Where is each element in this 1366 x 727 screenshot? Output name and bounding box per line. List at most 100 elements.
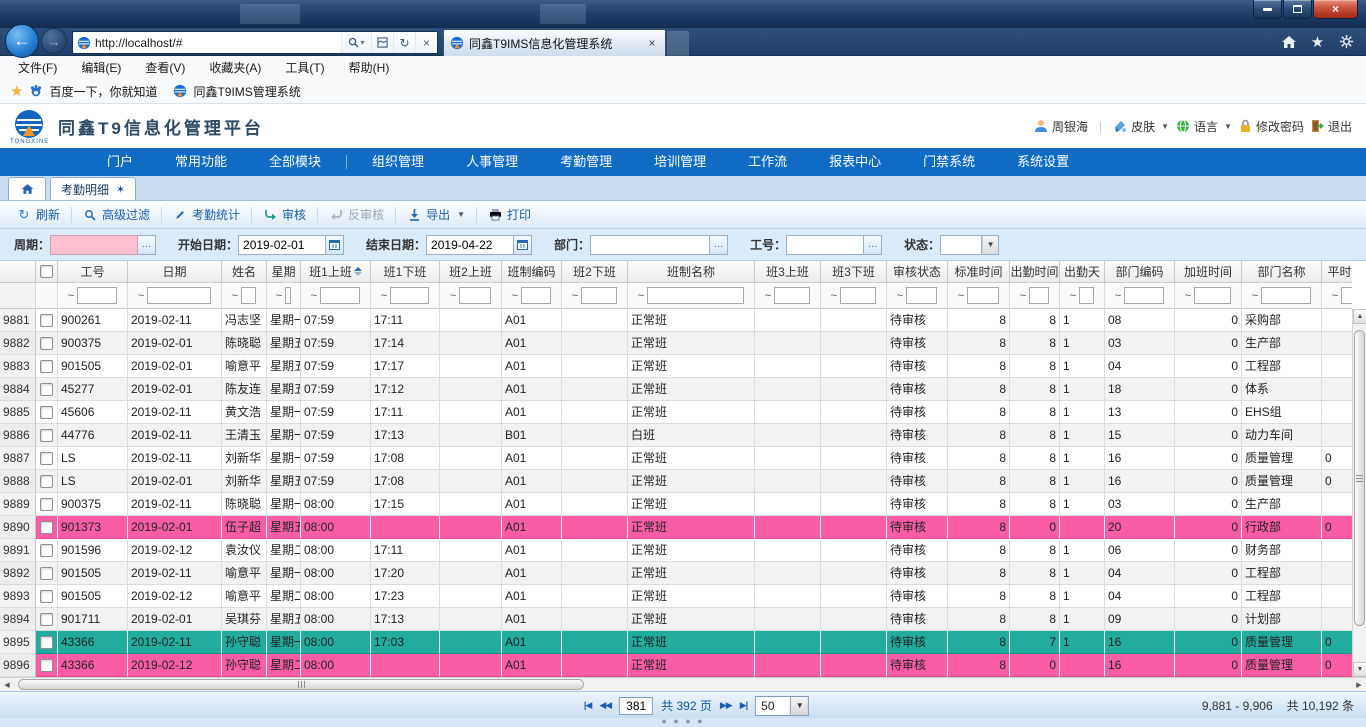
scroll-down-button[interactable]: ▼ xyxy=(1353,662,1366,677)
scroll-right-button[interactable]: ▶ xyxy=(1352,678,1366,691)
column-filter-input[interactable] xyxy=(241,287,256,304)
row-checkbox[interactable] xyxy=(40,406,53,419)
table-row[interactable]: 98949017112019-02-01吴琪芬星期五08:0017:13A01正… xyxy=(0,608,1352,631)
table-row[interactable]: 9885456062019-02-11黄文浩星期一07:5917:11A01正常… xyxy=(0,401,1352,424)
column-filter-input[interactable] xyxy=(1194,287,1231,304)
dept-picker-button[interactable]: … xyxy=(710,235,728,255)
start-date-input[interactable] xyxy=(238,235,326,255)
column-header[interactable]: 部门编码 xyxy=(1105,261,1175,283)
nav-item[interactable]: 常用功能 xyxy=(154,148,248,176)
favorites-button[interactable]: ★ xyxy=(1308,32,1327,51)
tab-attendance-detail[interactable]: 考勤明细 ✶ xyxy=(50,177,136,200)
browser-tab[interactable]: 同鑫T9IMS信息化管理系统 × xyxy=(443,29,666,56)
column-header[interactable]: 姓名 xyxy=(222,261,267,283)
row-checkbox[interactable] xyxy=(40,521,53,534)
back-button[interactable]: ← xyxy=(5,24,39,58)
refresh-page-button[interactable]: ↻ xyxy=(393,32,415,53)
horizontal-scroll-thumb[interactable] xyxy=(18,679,584,690)
column-filter-input[interactable] xyxy=(906,287,937,304)
period-picker-button[interactable]: … xyxy=(138,235,156,255)
nav-item[interactable]: 组织管理 xyxy=(351,148,445,176)
menu-item[interactable]: 编辑(E) xyxy=(69,59,133,76)
row-checkbox[interactable] xyxy=(40,452,53,465)
vertical-scroll-thumb[interactable] xyxy=(1354,330,1365,626)
column-header[interactable]: 出勤天 xyxy=(1060,261,1105,283)
table-row[interactable]: 98909013732019-02-01伍子超星期五08:00A01正常班待审核… xyxy=(0,516,1352,539)
column-filter-input[interactable] xyxy=(285,287,291,304)
empno-picker-button[interactable]: … xyxy=(864,235,882,255)
column-filter-input[interactable] xyxy=(147,287,211,304)
address-bar[interactable]: http://localhost/# ▾ ↻ × xyxy=(72,31,438,54)
row-checkbox[interactable] xyxy=(40,475,53,488)
nav-item[interactable]: 考勤管理 xyxy=(539,148,633,176)
page-number-input[interactable] xyxy=(619,697,653,715)
nav-item[interactable]: 工作流 xyxy=(727,148,808,176)
favorite-item-baidu[interactable]: 百度一下，你就知道 xyxy=(49,83,157,100)
column-header[interactable]: 加班时间 xyxy=(1175,261,1242,283)
page-size-select[interactable]: 50 xyxy=(755,696,791,716)
skin-menu[interactable]: 皮肤▼ xyxy=(1113,118,1169,135)
forward-button[interactable]: → xyxy=(41,28,67,54)
tab-close-icon[interactable]: ✶ xyxy=(116,183,125,196)
page-size-dropdown-button[interactable]: ▼ xyxy=(791,696,809,716)
end-date-calendar-button[interactable] xyxy=(514,235,532,255)
table-row[interactable]: 98919015962019-02-12袁汝仪星期二08:0017:11A01正… xyxy=(0,539,1352,562)
empno-input[interactable] xyxy=(786,235,864,255)
column-header[interactable]: 班1上班 xyxy=(301,261,371,283)
table-row[interactable]: 9895433662019-02-11孙守聪星期一08:0017:03A01正常… xyxy=(0,631,1352,654)
export-button[interactable]: 导出 ▼ xyxy=(398,204,474,226)
period-input[interactable] xyxy=(50,235,138,255)
column-header[interactable]: 班制编码 xyxy=(502,261,562,283)
column-filter-input[interactable] xyxy=(1029,287,1049,304)
nav-item[interactable]: 人事管理 xyxy=(445,148,539,176)
next-page-button[interactable]: ▶▶ xyxy=(720,700,732,711)
column-header[interactable]: 班3上班 xyxy=(755,261,821,283)
scroll-up-button[interactable]: ▲ xyxy=(1353,309,1366,324)
last-page-button[interactable]: ▶| xyxy=(740,700,747,711)
row-checkbox[interactable] xyxy=(40,659,53,672)
table-row[interactable]: 98839015052019-02-01喻意平星期五07:5917:17A01正… xyxy=(0,355,1352,378)
row-checkbox[interactable] xyxy=(40,383,53,396)
add-favorite-icon[interactable]: ★ xyxy=(10,84,23,99)
advanced-filter-button[interactable]: 高级过滤 xyxy=(74,204,159,226)
scroll-left-button[interactable]: ◀ xyxy=(0,678,14,691)
table-row[interactable]: 9886447762019-02-11王清玉星期一07:5917:13B01白班… xyxy=(0,424,1352,447)
status-select-button[interactable]: ▼ xyxy=(982,235,999,255)
resize-handle[interactable]: ● ● ● ● xyxy=(661,718,704,725)
column-filter-input[interactable] xyxy=(77,287,117,304)
language-menu[interactable]: 语言▼ xyxy=(1176,118,1232,135)
end-date-input[interactable] xyxy=(426,235,514,255)
select-all-checkbox[interactable] xyxy=(40,265,53,278)
table-row[interactable]: 98939015052019-02-12喻意平星期二08:0017:23A01正… xyxy=(0,585,1352,608)
nav-item[interactable]: 门禁系统 xyxy=(902,148,996,176)
nav-item[interactable]: 全部模块 xyxy=(248,148,342,176)
table-row[interactable]: 98819002612019-02-11冯志坚星期一07:5917:11A01正… xyxy=(0,309,1352,332)
table-row[interactable]: 9896433662019-02-12孙守聪星期二08:00A01正常班待审核8… xyxy=(0,654,1352,677)
search-button[interactable]: ▾ xyxy=(341,32,371,53)
menu-item[interactable]: 工具(T) xyxy=(273,59,336,76)
close-button[interactable]: × xyxy=(1313,0,1358,19)
nav-item[interactable]: 培训管理 xyxy=(633,148,727,176)
column-filter-input[interactable] xyxy=(390,287,429,304)
tab-home[interactable] xyxy=(8,177,46,200)
row-checkbox[interactable] xyxy=(40,429,53,442)
row-checkbox[interactable] xyxy=(40,337,53,350)
column-header[interactable]: 部门名称 xyxy=(1242,261,1322,283)
column-filter-input[interactable] xyxy=(1341,287,1352,304)
home-button[interactable] xyxy=(1279,32,1298,51)
tools-button[interactable] xyxy=(1337,32,1356,51)
table-row[interactable]: 98899003752019-02-11陈晓聪星期一08:0017:15A01正… xyxy=(0,493,1352,516)
column-filter-input[interactable] xyxy=(581,287,617,304)
row-checkbox[interactable] xyxy=(40,636,53,649)
menu-item[interactable]: 收藏夹(A) xyxy=(197,59,273,76)
table-row[interactable]: 98829003752019-02-01陈晓聪星期五07:5917:14A01正… xyxy=(0,332,1352,355)
menu-item[interactable]: 查看(V) xyxy=(133,59,197,76)
column-header[interactable]: 出勤时间 xyxy=(1010,261,1060,283)
compatibility-view-button[interactable] xyxy=(371,32,393,53)
status-select[interactable] xyxy=(940,235,982,255)
first-page-button[interactable]: |◀ xyxy=(584,700,591,711)
column-filter-input[interactable] xyxy=(967,287,999,304)
logout-button[interactable]: 退出 xyxy=(1311,118,1352,135)
dept-input[interactable] xyxy=(590,235,710,255)
column-header[interactable]: 班2上班 xyxy=(440,261,502,283)
